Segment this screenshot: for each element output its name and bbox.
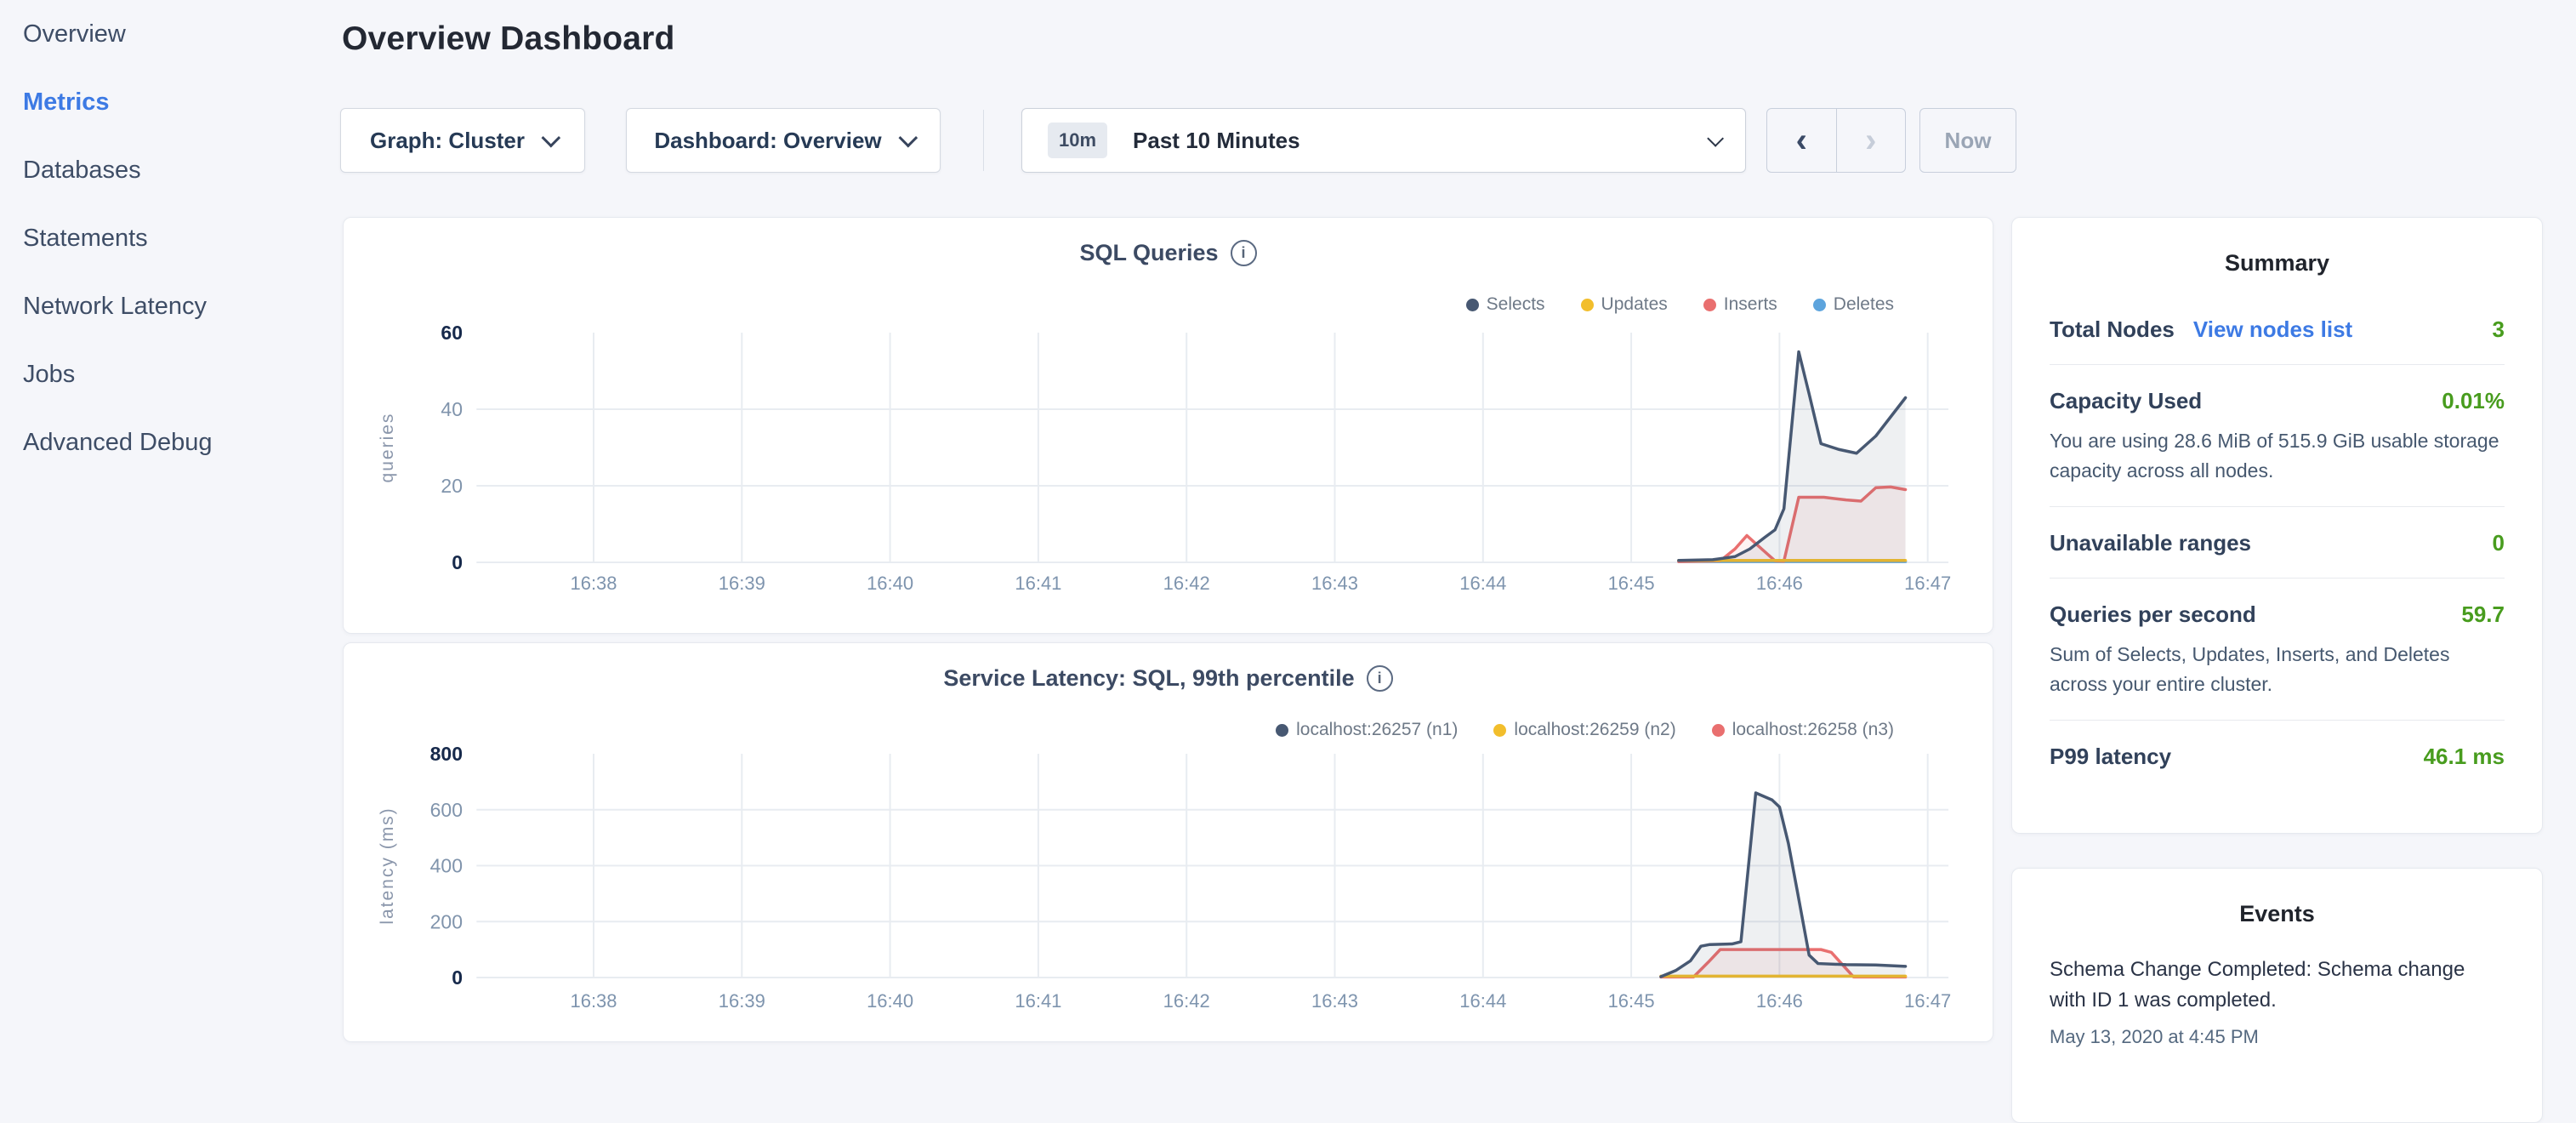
svg-text:16:42: 16:42 [1163,573,1210,594]
summary-row-head: Queries per second 59.7 [2050,601,2505,628]
svg-text:16:39: 16:39 [719,573,765,594]
svg-text:60: 60 [441,322,463,344]
svg-text:latency (ms): latency (ms) [378,807,397,924]
svg-text:16:39: 16:39 [719,990,765,1012]
summary-rows: Total Nodes View nodes list 3 Capacity Used… [2050,294,2505,791]
summary-title: Summary [2050,218,2505,276]
time-range-dropdown[interactable]: 10m Past 10 Minutes [1021,108,1746,173]
svg-text:16:41: 16:41 [1015,573,1061,594]
svg-text:16:46: 16:46 [1756,573,1803,594]
dashboard-dropdown[interactable]: Dashboard: Overview [626,108,941,173]
svg-text:16:46: 16:46 [1756,990,1803,1012]
summary-row-label: Total Nodes [2050,316,2175,343]
prev-time-button[interactable]: ‹ [1767,109,1837,172]
svg-text:16:42: 16:42 [1163,990,1210,1012]
summary-row-head: Capacity Used 0.01% [2050,388,2505,414]
summary-row-value: 0.01% [2442,388,2505,414]
svg-text:200: 200 [430,910,463,932]
summary-row-label: Capacity Used [2050,388,2202,414]
event-timestamp: May 13, 2020 at 4:45 PM [2050,1026,2505,1048]
now-button[interactable]: Now [1919,108,2016,173]
summary-row-description: Sum of Selects, Updates, Inserts, and De… [2050,640,2505,698]
page-title: Overview Dashboard [342,20,675,58]
svg-text:0: 0 [452,551,463,573]
summary-row-description: You are using 28.6 MiB of 515.9 GiB usab… [2050,426,2505,485]
events-title: Events [2050,869,2505,927]
service-latency-chart-card: Service Latency: SQL, 99th percentileilo… [343,642,1993,1042]
summary-row: Queries per second 59.7 Sum of Selects, Up… [2050,579,2505,720]
time-range-label: Past 10 Minutes [1133,128,1708,154]
chevron-left-icon: ‹ [1796,123,1807,157]
summary-row-head: Unavailable ranges 0 [2050,530,2505,556]
event-message: Schema Change Completed: Schema change w… [2050,955,2505,1016]
summary-row: Total Nodes View nodes list 3 [2050,294,2505,364]
svg-text:40: 40 [441,398,463,420]
summary-row-label: Unavailable ranges [2050,530,2251,556]
summary-row: P99 latency 46.1 ms [2050,721,2505,791]
svg-text:20: 20 [441,475,463,497]
sidebar-item-statements[interactable]: Statements [23,204,329,272]
events-list: Schema Change Completed: Schema change w… [2050,955,2505,1048]
svg-text:800: 800 [430,743,463,765]
dashboard-dropdown-label: Dashboard: Overview [654,128,881,154]
svg-text:16:43: 16:43 [1311,990,1358,1012]
summary-row-value: 59.7 [2461,601,2505,628]
svg-text:0: 0 [452,966,463,989]
sidebar-nav: OverviewMetricsDatabasesStatementsNetwor… [23,0,329,476]
chart-plot-area[interactable]: 16:38 16:39 16:40 16:41 16:42 16:43 16:44 16:45… [344,218,1993,633]
svg-text:16:45: 16:45 [1608,573,1655,594]
svg-text:16:41: 16:41 [1015,990,1061,1012]
graph-dropdown-label: Graph: Cluster [370,128,525,154]
time-range-badge: 10m [1048,123,1107,158]
summary-row-head: Total Nodes View nodes list 3 [2050,316,2505,343]
svg-text:16:43: 16:43 [1311,573,1358,594]
sidebar-item-network-latency[interactable]: Network Latency [23,272,329,340]
svg-text:16:40: 16:40 [867,573,913,594]
chevron-right-icon: › [1865,123,1876,157]
svg-text:16:45: 16:45 [1608,990,1655,1012]
sidebar-item-jobs[interactable]: Jobs [23,340,329,408]
summary-row-value: 3 [2493,316,2505,343]
summary-row-label: P99 latency [2050,744,2171,770]
events-panel: Events Schema Change Completed: Schema c… [2011,868,2543,1123]
svg-text:400: 400 [430,855,463,877]
summary-row: Unavailable ranges 0 [2050,507,2505,578]
svg-text:600: 600 [430,799,463,821]
summary-row-value: 0 [2493,530,2505,556]
summary-row-head: P99 latency 46.1 ms [2050,744,2505,770]
summary-panel: Summary Total Nodes View nodes list 3 Capac… [2011,217,2543,834]
sidebar-item-overview[interactable]: Overview [23,0,329,68]
sidebar-item-advanced-debug[interactable]: Advanced Debug [23,408,329,476]
chevron-down-icon [542,128,561,148]
time-step-buttons: ‹ › [1766,108,1906,173]
event-item: Schema Change Completed: Schema change w… [2050,955,2505,1048]
view-nodes-link[interactable]: View nodes list [2193,316,2352,343]
controls-divider [983,110,984,171]
svg-text:queries: queries [378,413,397,483]
svg-text:16:40: 16:40 [867,990,913,1012]
chart-plot-area[interactable]: 16:38 16:39 16:40 16:41 16:42 16:43 16:44 16:45… [344,643,1993,1041]
svg-text:16:38: 16:38 [570,990,617,1012]
svg-text:16:47: 16:47 [1904,573,1951,594]
chevron-down-icon [898,128,918,148]
summary-row-value: 46.1 ms [2424,744,2505,770]
svg-text:16:44: 16:44 [1459,573,1506,594]
graph-dropdown[interactable]: Graph: Cluster [340,108,585,173]
sidebar-item-databases[interactable]: Databases [23,136,329,204]
summary-row-label: Queries per second [2050,601,2256,628]
svg-text:16:47: 16:47 [1904,990,1951,1012]
svg-text:16:44: 16:44 [1459,990,1506,1012]
sidebar-item-metrics[interactable]: Metrics [23,68,329,136]
chevron-down-icon [1707,130,1724,147]
svg-text:16:38: 16:38 [570,573,617,594]
controls-bar: Graph: Cluster Dashboard: Overview 10m P… [340,108,2016,173]
sql-queries-chart-card: SQL QueriesiSelectsUpdatesInsertsDeletes… [343,217,1993,634]
next-time-button[interactable]: › [1837,109,1906,172]
summary-row: Capacity Used 0.01% You are using 28.6 MiB… [2050,365,2505,506]
